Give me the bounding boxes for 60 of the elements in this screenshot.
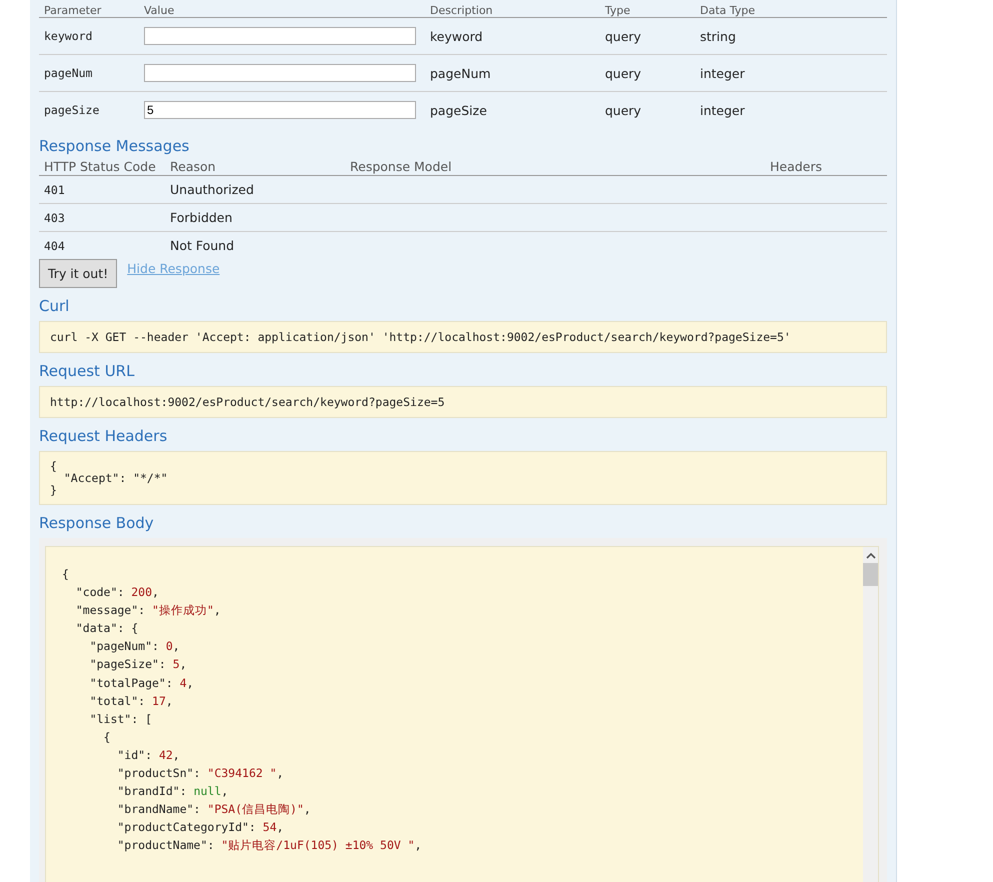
- scrollbar[interactable]: [863, 547, 878, 882]
- section-title: Response Body: [39, 513, 155, 534]
- code-line: "Accept": "*/*": [62, 472, 169, 484]
- code-line: http://localhost:9002/esProduct/search/keyword?pageSize=5: [50, 395, 446, 409]
- code-line: {: [50, 460, 58, 472]
- data-type: string: [699, 28, 737, 44]
- column-header: Type: [604, 4, 632, 17]
- code-line: "productCategoryId": 54,: [116, 819, 285, 836]
- code-line: "productSn": "C394162 ",: [116, 765, 285, 782]
- status-code: 401: [43, 182, 66, 196]
- code-line: "productName": "贴片电容/1uF(105) ±10% 50V ",: [116, 837, 423, 854]
- code-line: curl -X GET --header 'Accept: application/json' 'http://localhost:9002/esProduct/search/keyword?pageSize=5': [50, 330, 792, 344]
- column-header: Headers: [769, 158, 824, 174]
- parameter-name: pageNum: [43, 66, 94, 80]
- section-title: Response Messages: [39, 136, 190, 157]
- column-header: Parameter: [43, 4, 102, 17]
- code-line: "id": 42,: [116, 746, 181, 764]
- column-header: Value: [143, 4, 176, 17]
- status-reason: Not Found: [169, 238, 236, 253]
- code-line: "totalPage": 4,: [88, 674, 195, 692]
- code-line: "list": [: [88, 710, 154, 728]
- parameter-description: pageSize: [429, 102, 488, 118]
- try-it-out-button[interactable]: Try it out!: [39, 259, 118, 288]
- value-input[interactable]: 5: [144, 101, 416, 119]
- scrollbar-thumb[interactable]: [863, 563, 878, 586]
- section-title: Request URL: [39, 361, 136, 382]
- section-title: Curl: [39, 296, 70, 317]
- column-header: Data Type: [699, 4, 756, 17]
- code-line: "code": 200,: [74, 584, 160, 602]
- code-line: "message": "操作成功",: [74, 602, 222, 620]
- parameter-type: query: [604, 102, 642, 118]
- column-header: Reason: [169, 158, 217, 174]
- code-line: "pageNum": 0,: [88, 638, 181, 656]
- parameter-description: keyword: [429, 28, 484, 44]
- code-line: "total": 17,: [88, 692, 174, 710]
- parameter-name: pageSize: [43, 103, 100, 117]
- status-code: 404: [43, 238, 66, 252]
- status-reason: Forbidden: [169, 210, 234, 225]
- parameter-description: pageNum: [429, 66, 492, 80]
- section-title: Request Headers: [39, 426, 168, 447]
- code-line: {: [102, 728, 112, 746]
- status-reason: Unauthorized: [169, 182, 255, 197]
- value-input[interactable]: [144, 64, 416, 82]
- column-header: Response Model: [349, 158, 453, 174]
- code-line: "pageSize": 5,: [88, 656, 188, 674]
- column-header: Description: [429, 4, 494, 17]
- data-type: integer: [699, 66, 746, 80]
- code-line: "brandName": "PSA(信昌电陶)",: [116, 801, 312, 818]
- status-code: 403: [43, 210, 66, 224]
- parameter-type: query: [604, 28, 642, 44]
- parameter-name: keyword: [43, 29, 94, 43]
- code-line: "brandId": null,: [116, 783, 230, 800]
- parameter-type: query: [604, 66, 642, 80]
- code-line: {: [62, 566, 70, 583]
- value-input[interactable]: [144, 27, 416, 45]
- scroll-up-icon[interactable]: [866, 552, 876, 560]
- column-header: HTTP Status Code: [43, 158, 157, 174]
- data-type: integer: [699, 102, 746, 118]
- code-line: "data": {: [74, 620, 140, 638]
- code-line: }: [50, 484, 58, 496]
